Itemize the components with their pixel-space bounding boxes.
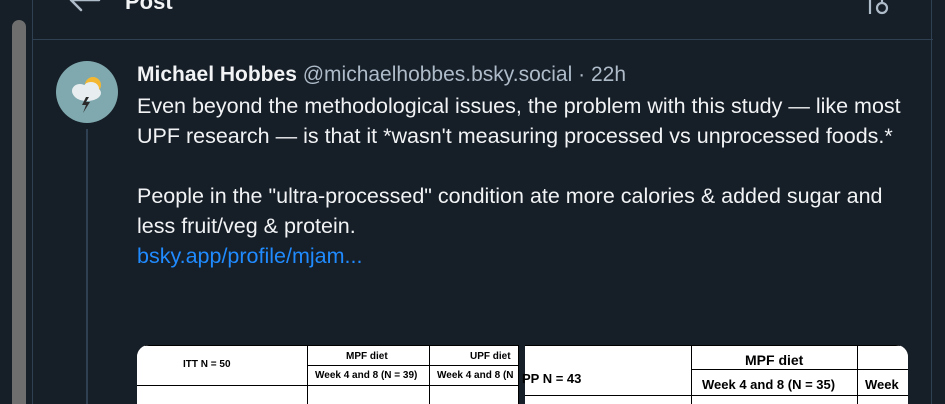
- itt-col1-header: MPF diet: [346, 351, 388, 362]
- post-link[interactable]: bsky.app/profile/mjam...: [137, 241, 362, 271]
- post-text: Even beyond the methodological issues, t…: [137, 94, 901, 238]
- author-handle[interactable]: @michaelhobbes.bsky.social: [303, 63, 573, 86]
- avatar[interactable]: [56, 61, 118, 123]
- byline-separator: ·: [578, 63, 586, 86]
- thread-line: [86, 129, 88, 404]
- post-column: Post Michael Hobbes @michaelhobbes.bsky.…: [32, 0, 933, 404]
- image-table-pp[interactable]: PP N = 43 MPF diet Week 4 and 8 (N = 35)…: [522, 345, 908, 404]
- page-title: Post: [125, 0, 173, 14]
- itt-col2-sub: Week 4 and 8 (N: [437, 370, 514, 381]
- post-byline: Michael Hobbes @michaelhobbes.bsky.socia…: [137, 61, 907, 89]
- pp-label: PP N = 43: [522, 371, 582, 386]
- header: Post: [33, 0, 933, 40]
- author-name[interactable]: Michael Hobbes: [137, 63, 297, 86]
- storm-cloud-icon: [72, 77, 101, 113]
- post-time[interactable]: 22h: [591, 63, 626, 86]
- itt-col1-sub: Week 4 and 8 (N = 39): [315, 370, 418, 381]
- scrollbar[interactable]: [12, 20, 26, 404]
- post-images[interactable]: ITT N = 50 MPF diet UPF diet Week 4 and …: [137, 345, 908, 404]
- sliders-icon[interactable]: [863, 0, 889, 18]
- post-content: Michael Hobbes @michaelhobbes.bsky.socia…: [137, 61, 907, 271]
- pp-col2-sub: Week: [865, 377, 899, 392]
- arrow-left-icon[interactable]: [67, 0, 103, 14]
- pp-col1-sub: Week 4 and 8 (N = 35): [702, 377, 836, 392]
- post[interactable]: Michael Hobbes @michaelhobbes.bsky.socia…: [33, 41, 933, 404]
- itt-col2-header: UPF diet: [470, 351, 511, 362]
- itt-label: ITT N = 50: [183, 359, 231, 370]
- image-table-itt[interactable]: ITT N = 50 MPF diet UPF diet Week 4 and …: [137, 345, 519, 404]
- pp-col1-header: MPF diet: [745, 352, 804, 368]
